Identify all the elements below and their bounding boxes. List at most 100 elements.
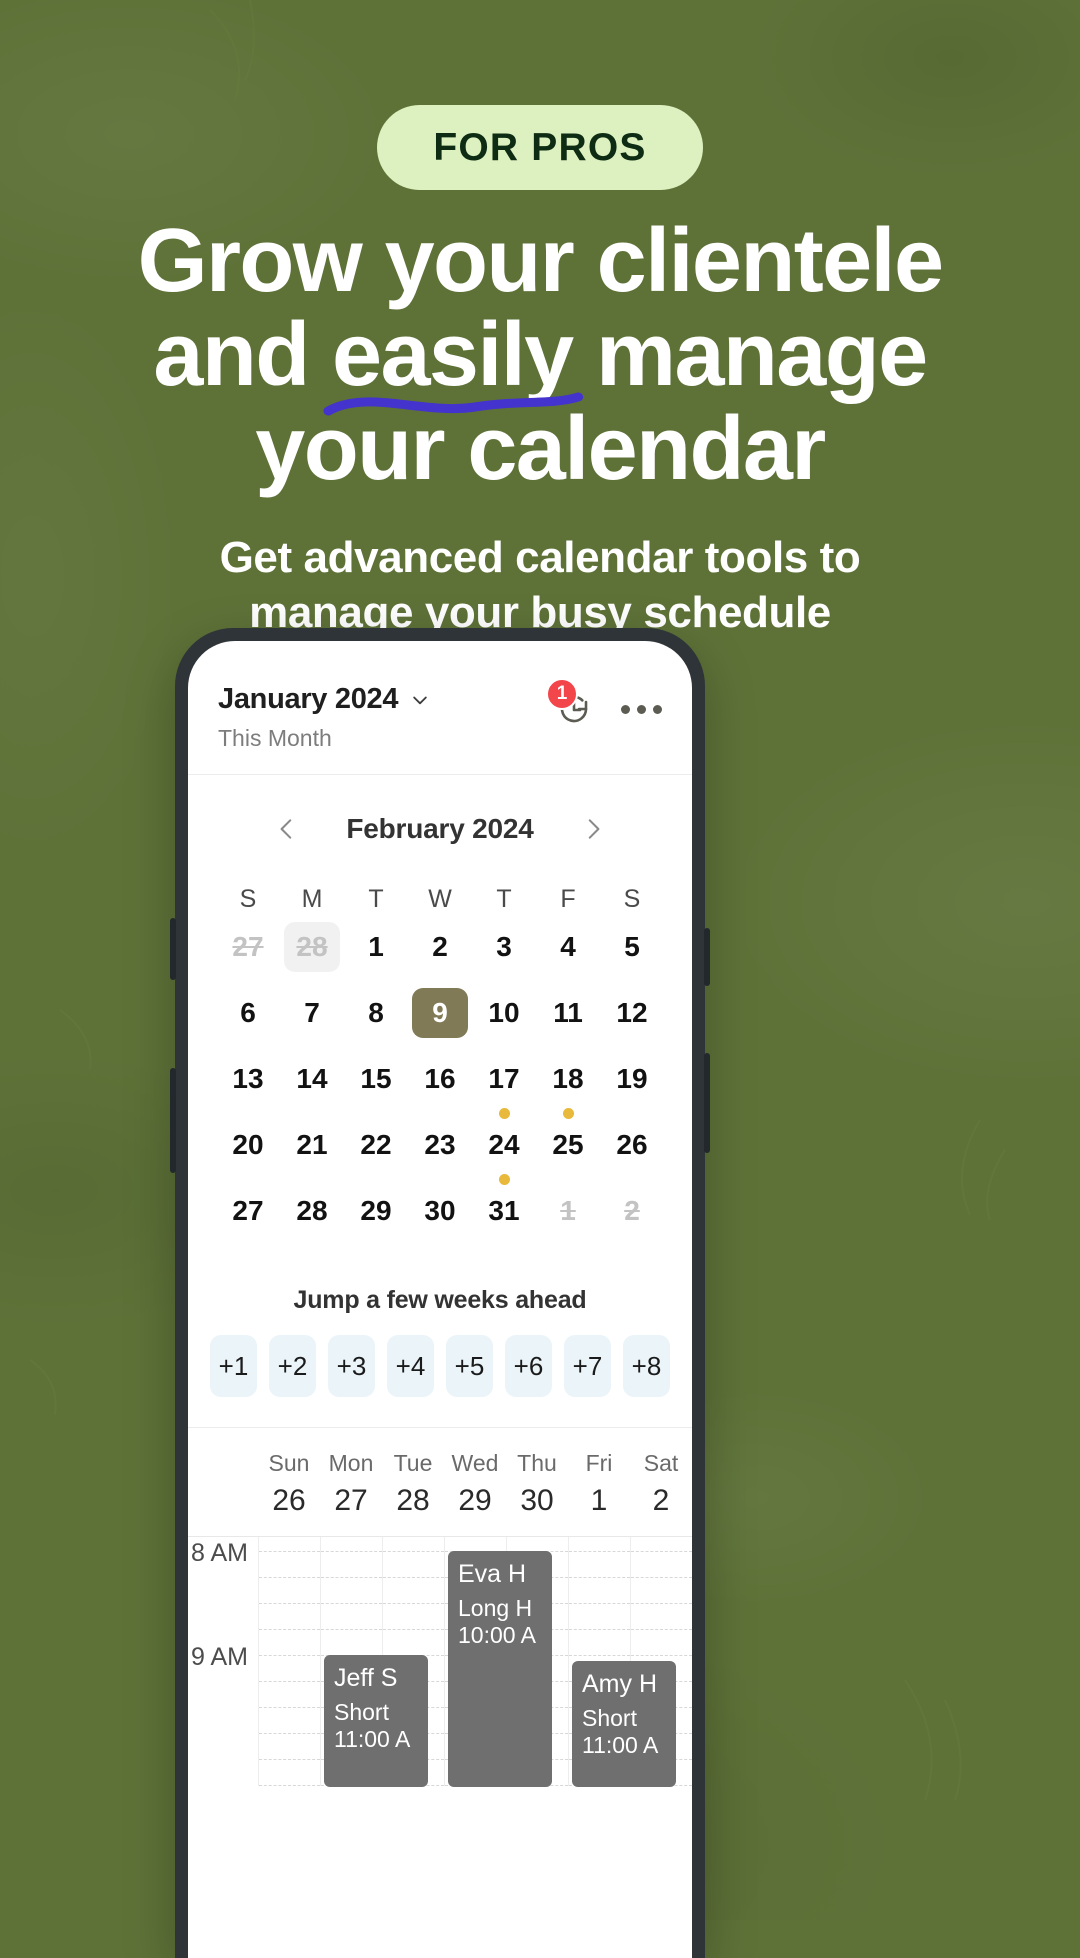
calendar-weekday-header: SMTWTFS — [216, 871, 664, 922]
chevron-left-icon[interactable] — [274, 816, 300, 842]
calendar-day-28[interactable]: 28 — [280, 1186, 344, 1252]
chevron-right-icon[interactable] — [580, 816, 606, 842]
timeline-hour-label: 8 AM — [191, 1539, 248, 1567]
more-dot-1 — [621, 704, 630, 714]
calendar-day-22[interactable]: 22 — [344, 1120, 408, 1186]
calendar-day-2[interactable]: 2 — [600, 1186, 664, 1252]
phone-button-left-upper — [170, 918, 176, 980]
calendar-day-number: 15 — [360, 1063, 392, 1094]
header-actions: 1 — [546, 678, 662, 729]
page-subtitle: Get advanced calendar tools to manage yo… — [0, 530, 1080, 640]
calendar-event[interactable]: Jeff S Short 11:00 A — [324, 1655, 428, 1787]
timeline-day-column-1[interactable]: Jeff S Short 11:00 A — [320, 1537, 428, 1787]
calendar-day-number: 27 — [232, 1195, 264, 1226]
calendar-day-6[interactable]: 6 — [216, 988, 280, 1054]
calendar-day-11[interactable]: 11 — [536, 988, 600, 1054]
calendar-day-10[interactable]: 10 — [472, 988, 536, 1054]
timeline-day-column-5[interactable]: Amy H Short 11:00 A — [568, 1537, 676, 1787]
calendar-day-number: 8 — [368, 997, 384, 1028]
calendar-day-number: 5 — [624, 931, 640, 962]
timeline-day-column-0[interactable] — [258, 1537, 320, 1786]
calendar-day-19[interactable]: 19 — [600, 1054, 664, 1120]
month-selector[interactable]: January 2024 — [218, 683, 430, 716]
jump-chip-plus1[interactable]: +1 — [210, 1335, 257, 1397]
calendar-day-27[interactable]: 27 — [216, 1186, 280, 1252]
calendar-day-2[interactable]: 2 — [408, 922, 472, 988]
calendar-day-16[interactable]: 16 — [408, 1054, 472, 1120]
calendar-day-25[interactable]: 25 — [536, 1120, 600, 1186]
calendar-day-8[interactable]: 8 — [344, 988, 408, 1054]
week-strip-day-name: Wed — [451, 1450, 499, 1476]
calendar-day-1[interactable]: 1 — [344, 922, 408, 988]
calendar-day-21[interactable]: 21 — [280, 1120, 344, 1186]
calendar-day-3[interactable]: 3 — [472, 922, 536, 988]
calendar-day-29[interactable]: 29 — [344, 1186, 408, 1252]
headline-line-2-post: manage — [572, 305, 928, 406]
calendar-day-18[interactable]: 18 — [536, 1054, 600, 1120]
calendar-day-27[interactable]: 27 — [216, 922, 280, 988]
calendar-day-7[interactable]: 7 — [280, 988, 344, 1054]
jump-chip-plus6[interactable]: +6 — [505, 1335, 552, 1397]
week-strip-day-fri[interactable]: Fri 1 — [568, 1450, 630, 1518]
calendar-day-12[interactable]: 12 — [600, 988, 664, 1054]
week-strip-day-number: 30 — [520, 1484, 554, 1517]
calendar-day-14[interactable]: 14 — [280, 1054, 344, 1120]
week-strip-day-sun[interactable]: Sun 26 — [258, 1450, 320, 1518]
calendar-weeks: 27 28 1 2 3 4 5 6 7 8 9 10 11 12 13 14 15 16 17 18 19 20 21 22 2… — [216, 922, 664, 1252]
week-strip-day-name: Sat — [643, 1450, 679, 1476]
calendar-day-number: 7 — [304, 997, 320, 1028]
jump-chip-plus2[interactable]: +2 — [269, 1335, 316, 1397]
calendar-week-row: 6 7 8 9 10 11 12 — [216, 988, 664, 1054]
calendar-event[interactable]: Eva H Long H 10:00 A — [448, 1551, 552, 1787]
calendar-day-20[interactable]: 20 — [216, 1120, 280, 1186]
calendar-day-30[interactable]: 30 — [408, 1186, 472, 1252]
calendar-day-15[interactable]: 15 — [344, 1054, 408, 1120]
jump-chip-plus8[interactable]: +8 — [623, 1335, 670, 1397]
calendar-day-26[interactable]: 26 — [600, 1120, 664, 1186]
clock-history-button[interactable]: 1 — [546, 678, 595, 729]
calendar-day-28[interactable]: 28 — [280, 922, 344, 988]
week-strip-day-tue[interactable]: Tue 28 — [382, 1450, 444, 1518]
calendar-day-5[interactable]: 5 — [600, 922, 664, 988]
month-navigation: February 2024 — [188, 775, 692, 871]
calendar-day-31[interactable]: 31 — [472, 1186, 536, 1252]
jump-chip-plus4[interactable]: +4 — [387, 1335, 434, 1397]
calendar-day-24[interactable]: 24 — [472, 1120, 536, 1186]
calendar-day-1[interactable]: 1 — [536, 1186, 600, 1252]
headline-line-1: Grow your clientele — [137, 211, 944, 311]
calendar-day-number: 3 — [496, 931, 512, 962]
week-strip-day-name: Sun — [268, 1450, 310, 1476]
calendar-event[interactable]: Amy H Short 11:00 A — [572, 1661, 676, 1787]
week-strip-day-name: Mon — [328, 1450, 374, 1476]
event-client-name: Eva H — [458, 1560, 527, 1588]
day-timeline: 8 AM 9 AM Jeff S Short 11:00 A Eva H Long H1… — [188, 1536, 692, 1787]
timeline-gridline — [569, 1577, 630, 1578]
week-strip-day-wed[interactable]: Wed 29 — [444, 1450, 506, 1518]
calendar-day-4[interactable]: 4 — [536, 922, 600, 988]
more-horizontal-button[interactable] — [621, 689, 662, 729]
timeline-gridline — [569, 1551, 630, 1552]
calendar-day-23[interactable]: 23 — [408, 1120, 472, 1186]
jump-chip-plus3[interactable]: +3 — [328, 1335, 375, 1397]
calendar-day-9[interactable]: 9 — [408, 988, 472, 1054]
timeline-grid: 8 AM 9 AM Jeff S Short 11:00 A Eva H Long H1… — [188, 1537, 692, 1787]
calendar-day-17[interactable]: 17 — [472, 1054, 536, 1120]
week-strip-day-mon[interactable]: Mon 27 — [320, 1450, 382, 1518]
calendar-day-number: 30 — [424, 1195, 456, 1226]
jump-chip-plus7[interactable]: +7 — [564, 1335, 611, 1397]
event-time: 10:00 A — [458, 1622, 537, 1649]
timeline-gridline — [259, 1603, 320, 1604]
calendar-day-event-dot — [498, 1108, 510, 1119]
jump-chip-plus5[interactable]: +5 — [446, 1335, 493, 1397]
calendar-day-13[interactable]: 13 — [216, 1054, 280, 1120]
timeline-gridline — [321, 1629, 382, 1630]
app-header-titles: January 2024 This Month — [218, 683, 430, 752]
week-strip-day-number: 29 — [458, 1484, 492, 1517]
timeline-gridline — [259, 1577, 320, 1578]
timeline-day-column-3[interactable]: Eva H Long H 10:00 A — [444, 1537, 552, 1787]
week-strip-day-sat[interactable]: Sat 2 — [630, 1450, 692, 1518]
week-strip-day-thu[interactable]: Thu 30 — [506, 1450, 568, 1518]
calendar-week-row: 27 28 29 30 31 1 2 — [216, 1186, 664, 1252]
for-pros-badge: FOR PROS — [377, 105, 703, 190]
calendar-day-event-dot — [562, 1108, 574, 1119]
